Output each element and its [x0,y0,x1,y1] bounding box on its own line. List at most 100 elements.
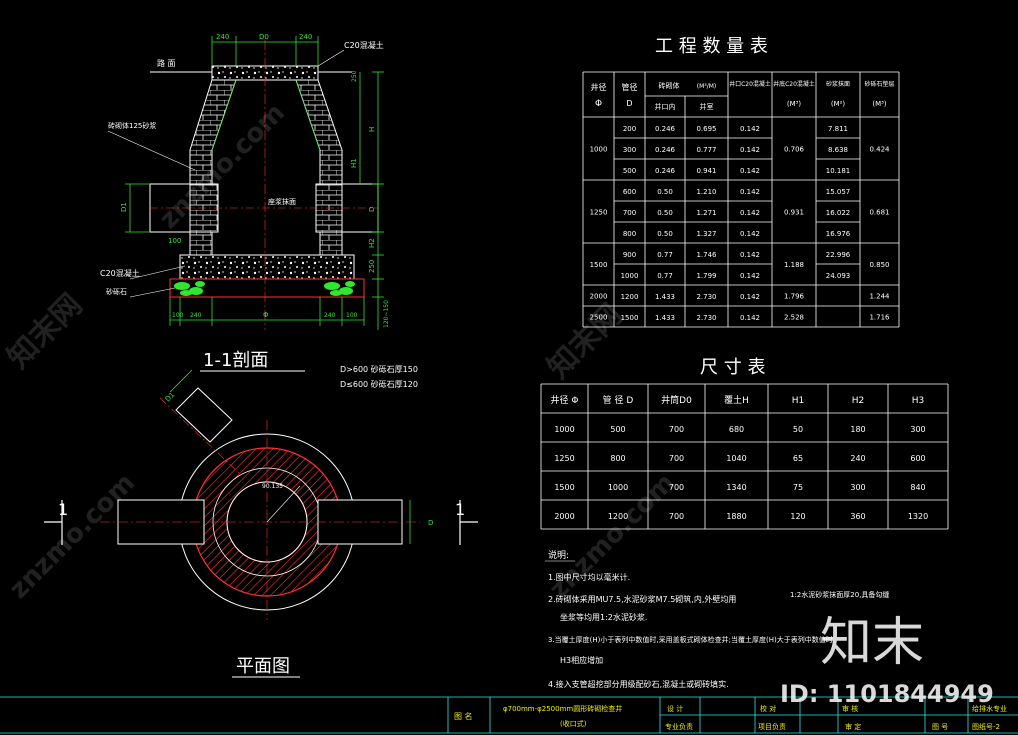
label-brick: 砖砌体125砂浆 [108,121,156,130]
qty-header-brick: 砖砌体 [659,81,680,90]
label-mortar: 座浆抹面 [268,197,296,206]
bottom-dim-1: 100 [172,312,184,319]
size-cell: 1000 [608,483,628,492]
qty-header-plaster-unit: (M²) [831,100,846,108]
qty-header-base-unit: (M³) [787,100,802,108]
qty-cell: 16.976 [826,230,851,238]
right-dim-250: 250 [368,260,376,273]
size-cell: 1500 [554,483,574,492]
qty-cell: 1000 [621,272,639,280]
qty-cell: 200 [623,125,636,133]
size-cell: 700 [669,425,684,434]
qty-header-brick-sub1: 井口内 [655,102,676,111]
qty-cell-well: 1500 [590,261,608,269]
qty-cell: 0.777 [696,146,716,154]
watermark-id: ID: 1101844949 [780,680,994,708]
qty-cell: 1200 [621,293,639,301]
qty-cell: 0.142 [740,314,760,322]
qty-cell: 600 [623,188,636,196]
tb-sheet-no: 图纸号-2 [972,722,1000,731]
qty-cell: 500 [623,167,636,175]
qty-cell-base: 0.706 [784,146,805,154]
right-bottom-dim: 120~150 [383,300,390,328]
qty-cell: 1.271 [696,209,716,217]
section-view: 240 D0 240 路 面 C20混凝土 砖砌体125砂浆 座浆抹面 C20混… [100,33,418,389]
note-3b: H3相应增加 [560,655,603,665]
qty-cell: 15.057 [826,188,851,196]
qty-cell: 2.730 [696,293,716,301]
bottom-dim-4: 240 [324,312,336,319]
label-c20-top: C20混凝土 [344,40,384,50]
qty-cell: 300 [623,146,636,154]
bottom-dim-5: 100 [346,312,358,319]
qty-cell: 900 [623,251,636,259]
size-cell: 300 [910,425,925,434]
right-dim-d: D [368,207,376,212]
qty-cell: 8.638 [828,146,848,154]
size-cell: 700 [669,454,684,463]
qty-cell: 0.142 [740,125,760,133]
tb-drawing-no: 图 号 [932,723,948,731]
qty-cell: 16.022 [826,209,851,217]
qty-cell: 0.77 [657,272,673,280]
label-gravel: 砂砾石 [106,287,127,296]
size-cell: 500 [610,425,625,434]
size-cell: 75 [793,483,803,492]
size-header: 管 径 D [603,394,634,406]
note-2b: 1:2水泥砂浆抹面厚20,具备勾缝 [790,590,889,599]
qty-cell: 1.210 [696,188,716,196]
qty-cell: 0.246 [655,167,676,175]
qty-cell: 0.246 [655,125,676,133]
size-cell: 1320 [908,512,928,521]
qty-cell-gravel: 1.244 [869,293,890,301]
size-table-title: 尺 寸 表 [700,357,765,378]
top-dim-3: 240 [299,33,312,41]
qty-header-plaster: 砂浆抹面 [826,80,850,88]
qty-cell: 0.695 [696,125,716,133]
tb-approve: 审 定 [845,722,861,731]
qty-table-title: 工 程 数 量 表 [655,36,768,57]
qty-header-brick-sub2: 井室 [700,102,714,111]
qty-cell-base: 2.528 [784,314,804,322]
size-header: H1 [792,396,805,406]
qty-cell-base: 1.796 [784,293,805,301]
plan-d-label: D [428,519,433,527]
qty-header-base: 井底C20混凝土 [773,80,815,88]
quantity-table: 工 程 数 量 表 井径 Φ 管径 D 砖砌体 (M³/M) 井口内 井室 井口C20混凝土 井底… [582,36,900,328]
top-dim-2: D0 [259,33,269,41]
qty-cell-gravel: 0.681 [869,209,889,217]
size-cell: 360 [850,512,865,521]
size-cell: 1340 [726,483,746,492]
notes-title: 说明: [548,549,569,561]
qty-header-gravel: 砂砾石垫层 [864,80,894,88]
watermark-brand: 知末 [820,613,924,673]
section-note-2: D≤600 砂砾石厚120 [340,379,418,389]
qty-header-well-sym: Φ [595,99,602,109]
qty-cell-base: 1.188 [784,261,804,269]
size-cell: 300 [850,483,865,492]
qty-header-pipe-sym: D [626,99,632,108]
size-cell: 1000 [554,425,574,434]
tb-major: 专业负责 [665,722,693,731]
qty-header-gravel-unit: (M³) [872,100,887,108]
cut-label-right: 1 [455,500,465,519]
size-cell: 1880 [726,512,746,521]
size-cell: 240 [850,454,865,463]
size-header: 覆土H [724,394,749,406]
qty-cell: 10.181 [826,167,851,175]
plan-d1-label: D1 [164,391,177,404]
qty-header-pipe: 管径 [622,82,638,92]
qty-cell-well: 1000 [590,146,608,154]
watermark-site-cn-1: 知末网 [1,287,89,375]
tb-drawing-name-2: (收口式) [560,719,587,728]
qty-cell: 1.746 [696,251,717,259]
qty-cell-gravel: 0.424 [869,146,890,154]
size-cell: 120 [790,512,805,521]
qty-cell: 0.142 [740,188,760,196]
watermark-site-cn-2: 知末网 [541,297,629,385]
qty-cell: 1.799 [696,272,716,280]
size-cell: 1250 [554,454,574,463]
label-c20-base: C20混凝土 [100,268,140,278]
qty-cell: 0.142 [740,272,760,280]
qty-cell: 0.142 [740,251,760,259]
